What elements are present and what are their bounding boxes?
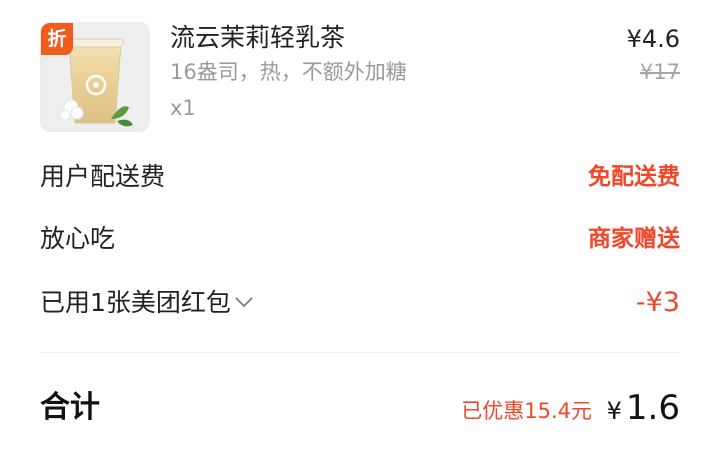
delivery-fee-value: 免配送费 xyxy=(588,164,680,190)
product-quantity: x1 xyxy=(170,96,196,120)
red-packet-label: 已用1张美团红包 xyxy=(40,288,231,317)
product-price: ¥4.6 xyxy=(626,25,680,53)
red-packet-value: -¥3 xyxy=(635,287,680,318)
total-value: 1.6 xyxy=(625,388,680,428)
red-packet-selector[interactable]: 已用1张美团红包 xyxy=(40,286,255,320)
product-spec: 16盎司，热，不额外加糖 xyxy=(170,60,407,84)
total-currency: ¥ xyxy=(606,397,622,425)
food-safety-label: 放心吃 xyxy=(40,224,116,253)
saved-amount: 已优惠15.4元 xyxy=(461,399,592,423)
total-label: 合计 xyxy=(40,390,100,425)
product-image[interactable]: 折 xyxy=(40,22,150,132)
product-original-price: ¥17 xyxy=(639,60,680,84)
order-item[interactable]: 折 流云茉莉轻乳茶 16盎司，热，不额外加糖 x1 ¥4.6 ¥17 xyxy=(40,22,680,134)
total-row: 合计 已优惠15.4元 ¥1.6 xyxy=(40,384,680,432)
food-safety-row: 放心吃 商家赠送 xyxy=(40,222,680,256)
delivery-fee-row: 用户配送费 免配送费 xyxy=(40,160,680,194)
food-safety-value: 商家赠送 xyxy=(588,226,680,252)
product-name: 流云茉莉轻乳茶 xyxy=(170,23,346,52)
chevron-down-icon[interactable] xyxy=(233,295,255,309)
total-amount: ¥1.6 xyxy=(607,386,680,430)
delivery-fee-label: 用户配送费 xyxy=(40,162,166,191)
discount-badge: 折 xyxy=(41,23,73,55)
red-packet-row[interactable]: 已用1张美团红包 -¥3 xyxy=(40,286,680,320)
divider xyxy=(40,352,680,353)
